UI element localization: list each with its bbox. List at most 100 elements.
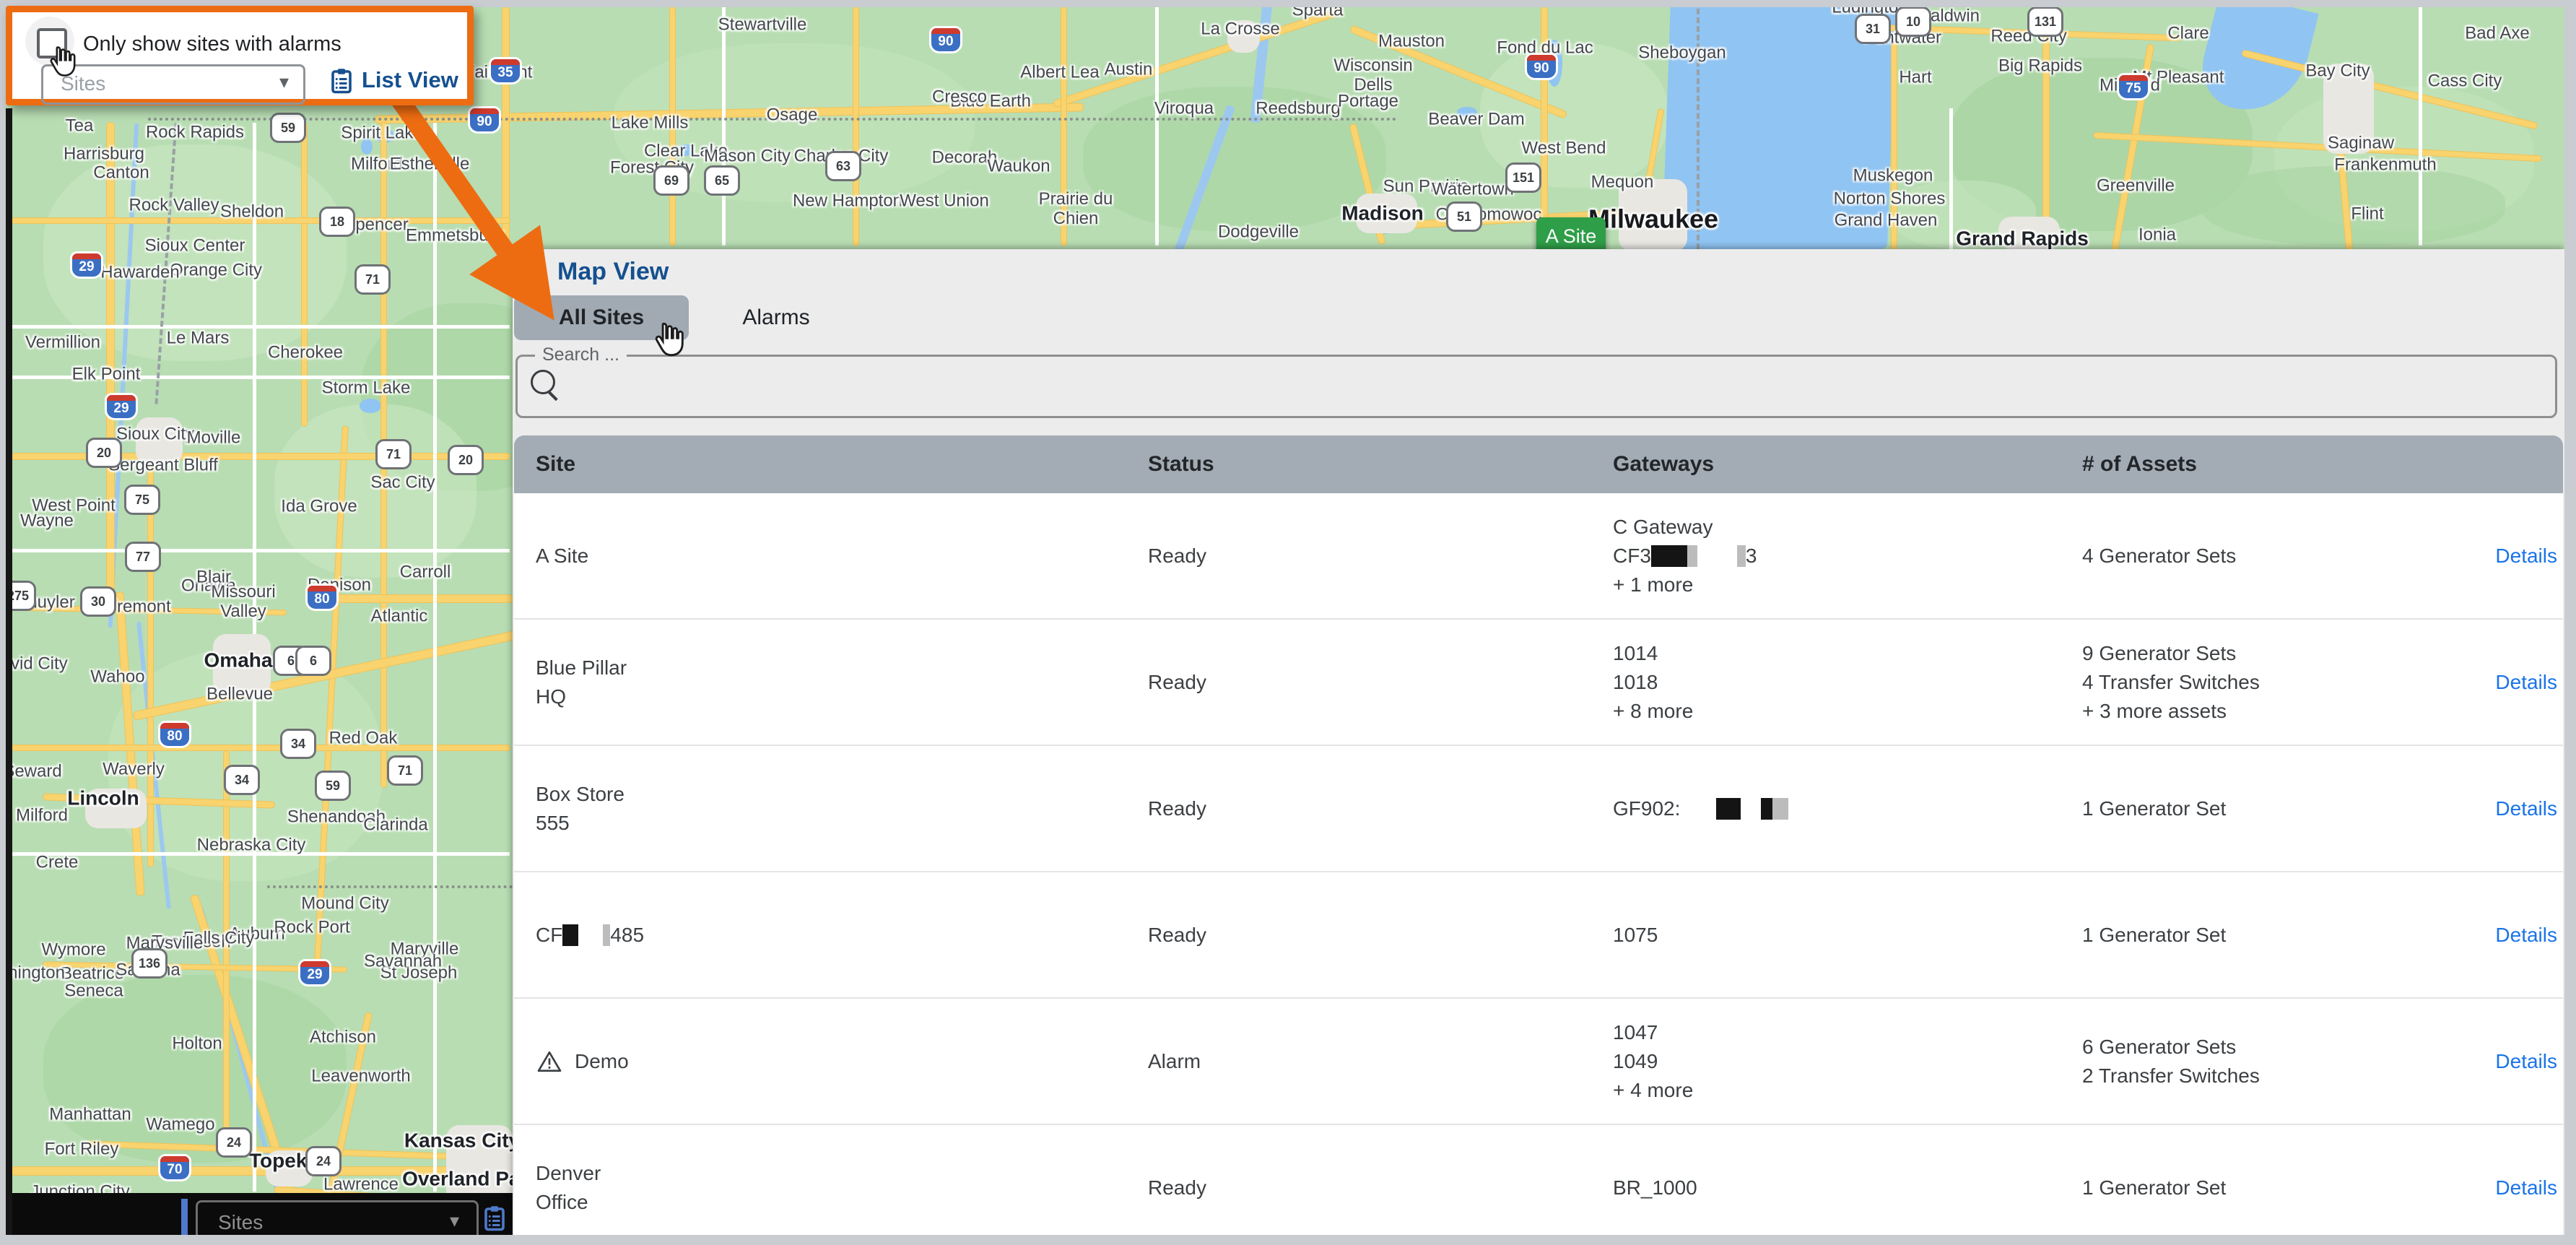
assets-cell: 9 Generator Sets4 Transfer Switches+ 3 m…: [2082, 639, 2486, 726]
interstate-shield-icon: 70: [158, 1154, 191, 1181]
us-route-shield-icon: 63: [825, 151, 861, 181]
map-city-label: Kansas City: [404, 1131, 520, 1150]
status-cell: Alarm: [1148, 1050, 1613, 1073]
redacted-text: [1761, 798, 1772, 820]
us-route-shield-icon: 31: [1855, 14, 1891, 44]
map-city-label: Waverly: [103, 760, 165, 779]
list-view-label: List View: [362, 67, 458, 93]
map-city-label: Bay City: [2305, 61, 2370, 81]
chevron-down-icon: ▾: [279, 71, 289, 93]
details-link[interactable]: Details: [2495, 924, 2563, 947]
map-city-label: Le Mars: [167, 329, 230, 348]
map-city-label: Carroll: [400, 563, 451, 582]
assets-cell: 6 Generator Sets2 Transfer Switches: [2082, 1033, 2486, 1090]
redacted-text: [603, 924, 610, 946]
bottom-controls-bar: Sites ▾: [12, 1193, 513, 1236]
interstate-shield-icon: 75: [2117, 73, 2150, 100]
us-route-shield-icon: 34: [224, 765, 260, 795]
map-city-label: Elk Point: [72, 365, 141, 384]
us-route-shield-icon: 59: [270, 113, 306, 143]
assets-cell: 1 Generator Set: [2082, 794, 2486, 823]
hand-cursor-icon: [43, 43, 80, 80]
map-city-label: Rock Rapids: [146, 123, 244, 142]
map-city-label: Hawarden: [100, 263, 179, 282]
details-link[interactable]: Details: [2495, 1176, 2563, 1200]
details-link[interactable]: Details: [2495, 797, 2563, 820]
details-link[interactable]: Details: [2495, 1050, 2563, 1073]
redacted-text: [1687, 545, 1697, 567]
table-header: Site Status Gateways # of Assets: [514, 435, 2563, 493]
map-city-label: Ida Grove: [281, 497, 357, 516]
search-input[interactable]: [568, 363, 2541, 407]
map-city-label: Albert Lea: [1020, 63, 1099, 82]
map-city-label: La Crosse: [1201, 19, 1279, 39]
table-row: A Site Ready C GatewayCF33+ 1 more 4 Gen…: [514, 493, 2563, 620]
map-city-label: Frankenmuth: [2334, 155, 2436, 175]
map-city-label: Sioux City: [116, 425, 194, 444]
map-city-label: Mound City: [301, 894, 388, 914]
window-edge: [6, 108, 12, 1236]
map-city-label: Dodgeville: [1218, 222, 1299, 242]
interstate-shield-icon: 90: [929, 26, 962, 53]
redacted-text: [1737, 545, 1746, 567]
map-city-label: MissouriValley: [211, 582, 275, 621]
us-route-shield-icon: 71: [375, 439, 412, 469]
map-city-label: Mason City: [704, 147, 791, 166]
list-view-icon: [328, 66, 354, 95]
map-city-label: New Hampton: [793, 191, 902, 211]
map-city-label: Ionia: [2138, 225, 2176, 245]
map-city-label: Leavenworth: [311, 1067, 410, 1086]
map-city-label: Grand Rapids: [1956, 229, 2089, 248]
map-city-label: Spirit Lake: [341, 123, 422, 143]
sites-dropdown[interactable]: Sites ▾: [41, 64, 305, 105]
gateways-cell: 10471049+ 4 more: [1613, 1018, 2082, 1105]
assets-cell: 4 Generator Sets: [2082, 542, 2486, 571]
map-city-label: Beatrice: [61, 964, 124, 984]
map-city-label: West Union: [900, 191, 989, 211]
gateways-cell: 1075: [1613, 921, 2082, 950]
map-city-label: West Bend: [1522, 139, 1606, 158]
interstate-shield-icon: 80: [305, 584, 339, 611]
us-route-shield-icon: 10: [1895, 6, 1931, 37]
chevron-down-icon: ▾: [450, 1210, 459, 1232]
interstate-shield-icon: 29: [298, 959, 331, 986]
map-city-label: Portage: [1338, 92, 1398, 111]
search-field: Search ...: [515, 355, 2557, 418]
status-cell: Ready: [1148, 924, 1613, 947]
status-cell: Ready: [1148, 1176, 1613, 1200]
interstate-shield-icon: 90: [1525, 53, 1558, 80]
site-cell: Blue PillarHQ: [536, 654, 1148, 711]
annotation-callout: Only show sites with alarms Sites ▾ List…: [6, 6, 474, 105]
column-header-gateways: Gateways: [1613, 452, 2082, 477]
status-cell: Ready: [1148, 671, 1613, 694]
assets-cell: 1 Generator Set: [2082, 1174, 2486, 1202]
list-view-button[interactable]: List View: [328, 66, 458, 95]
gateways-cell: 10141018+ 8 more: [1613, 639, 2082, 726]
map-view-link[interactable]: Map View: [533, 258, 669, 286]
map-city-label: WisconsinDells: [1333, 56, 1412, 95]
us-route-shield-icon: 151: [1505, 162, 1541, 193]
us-route-shield-icon: 30: [80, 586, 116, 617]
map-city-label: Muskegon: [1853, 166, 1933, 186]
map-city-label: Madison: [1341, 204, 1424, 223]
map-city-label: Sheldon: [220, 202, 284, 222]
list-view-icon[interactable]: [482, 1203, 508, 1232]
map-city-label: Nebraska City: [197, 836, 306, 855]
map-city-label: Cresco: [932, 87, 987, 107]
map-city-label: Cass City: [2428, 71, 2502, 91]
tab-alarms[interactable]: Alarms: [689, 295, 863, 340]
interstate-shield-icon: 80: [158, 721, 191, 748]
redacted-text: [1716, 798, 1741, 820]
details-link[interactable]: Details: [2495, 545, 2563, 568]
map-city-label: Hart: [1899, 68, 1931, 87]
details-link[interactable]: Details: [2495, 671, 2563, 694]
sites-dropdown-bottom[interactable]: Sites ▾: [196, 1200, 479, 1236]
back-arrow-icon: [533, 263, 552, 282]
map-city-label: Norton Shores: [1834, 189, 1946, 209]
site-cell: Box Store555: [536, 780, 1148, 838]
redacted-text: [1772, 798, 1788, 820]
us-route-shield-icon: 75: [124, 485, 160, 515]
tab-bar: All Sites Alarms: [514, 295, 863, 340]
us-route-shield-icon: 6: [295, 646, 331, 676]
us-route-shield-icon: 20: [448, 445, 484, 475]
